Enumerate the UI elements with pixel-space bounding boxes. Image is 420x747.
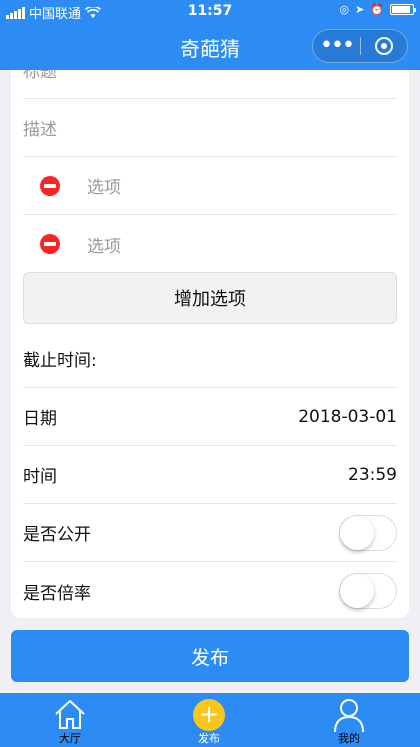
more-icon[interactable]: •••	[313, 35, 360, 57]
description-input[interactable]: 描述	[23, 115, 57, 140]
target-icon	[374, 37, 393, 55]
remove-option-icon[interactable]	[40, 175, 60, 196]
miniprogram-capsule: •••	[312, 29, 408, 63]
status-right: ◎ ➤ ⏰	[339, 3, 416, 16]
date-label: 日期	[23, 409, 57, 429]
option-row: 选项	[23, 215, 397, 273]
add-option-button[interactable]: 增加选项	[23, 272, 397, 324]
option-input[interactable]: 选项	[87, 232, 121, 257]
publish-button[interactable]: 发布	[11, 630, 409, 682]
close-miniprogram-button[interactable]	[361, 37, 407, 55]
multiplier-toggle[interactable]	[339, 573, 397, 609]
time-row[interactable]: 时间 23:59	[23, 446, 397, 504]
option-input[interactable]: 选项	[87, 173, 121, 198]
description-field[interactable]: 描述	[23, 99, 397, 157]
multiplier-label: 是否倍率	[23, 583, 91, 604]
toggle-knob	[340, 515, 374, 550]
time-picker[interactable]: 23:59	[348, 465, 397, 485]
nav-bar: 奇葩猜 •••	[0, 22, 420, 70]
location-icon: ➤	[355, 3, 365, 16]
date-picker[interactable]: 2018-03-01	[298, 407, 397, 427]
time-label: 时间	[23, 467, 57, 487]
deadline-label: 截止时间:	[23, 351, 97, 371]
alarm-icon: ⏰	[370, 3, 384, 16]
title-field[interactable]: 标题	[23, 70, 397, 99]
multiplier-row: 是否倍率	[23, 562, 397, 618]
public-toggle[interactable]	[339, 514, 397, 551]
battery-icon	[390, 4, 416, 15]
title-input[interactable]: 标题	[23, 70, 57, 82]
public-label: 是否公开	[23, 525, 91, 545]
deadline-header: 截止时间:	[23, 330, 397, 388]
status-bar: 中国联通 11:57 ◎ ➤ ⏰	[0, 0, 420, 22]
date-row[interactable]: 日期 2018-03-01	[23, 388, 397, 446]
remove-option-icon[interactable]	[40, 234, 60, 254]
tab-bar: 大厅 + 发布 我的	[0, 693, 420, 747]
home-icon	[55, 699, 85, 729]
person-icon	[334, 699, 364, 733]
tab-label: 大厅	[59, 732, 81, 745]
form-card: 标题 描述 选项 选项 增加选项 截止时间: 日期 2018-03-01 时间 …	[11, 70, 409, 618]
tab-label: 我的	[338, 732, 360, 745]
public-row: 是否公开	[23, 504, 397, 562]
toggle-knob	[340, 574, 374, 608]
tab-label: 发布	[198, 732, 220, 745]
option-row: 选项	[23, 157, 397, 215]
tab-publish[interactable]: + 发布	[169, 693, 249, 747]
tab-mine[interactable]: 我的	[309, 693, 389, 747]
rotation-lock-icon: ◎	[339, 3, 350, 16]
plus-icon: +	[193, 699, 225, 731]
tab-hall[interactable]: 大厅	[30, 693, 110, 747]
